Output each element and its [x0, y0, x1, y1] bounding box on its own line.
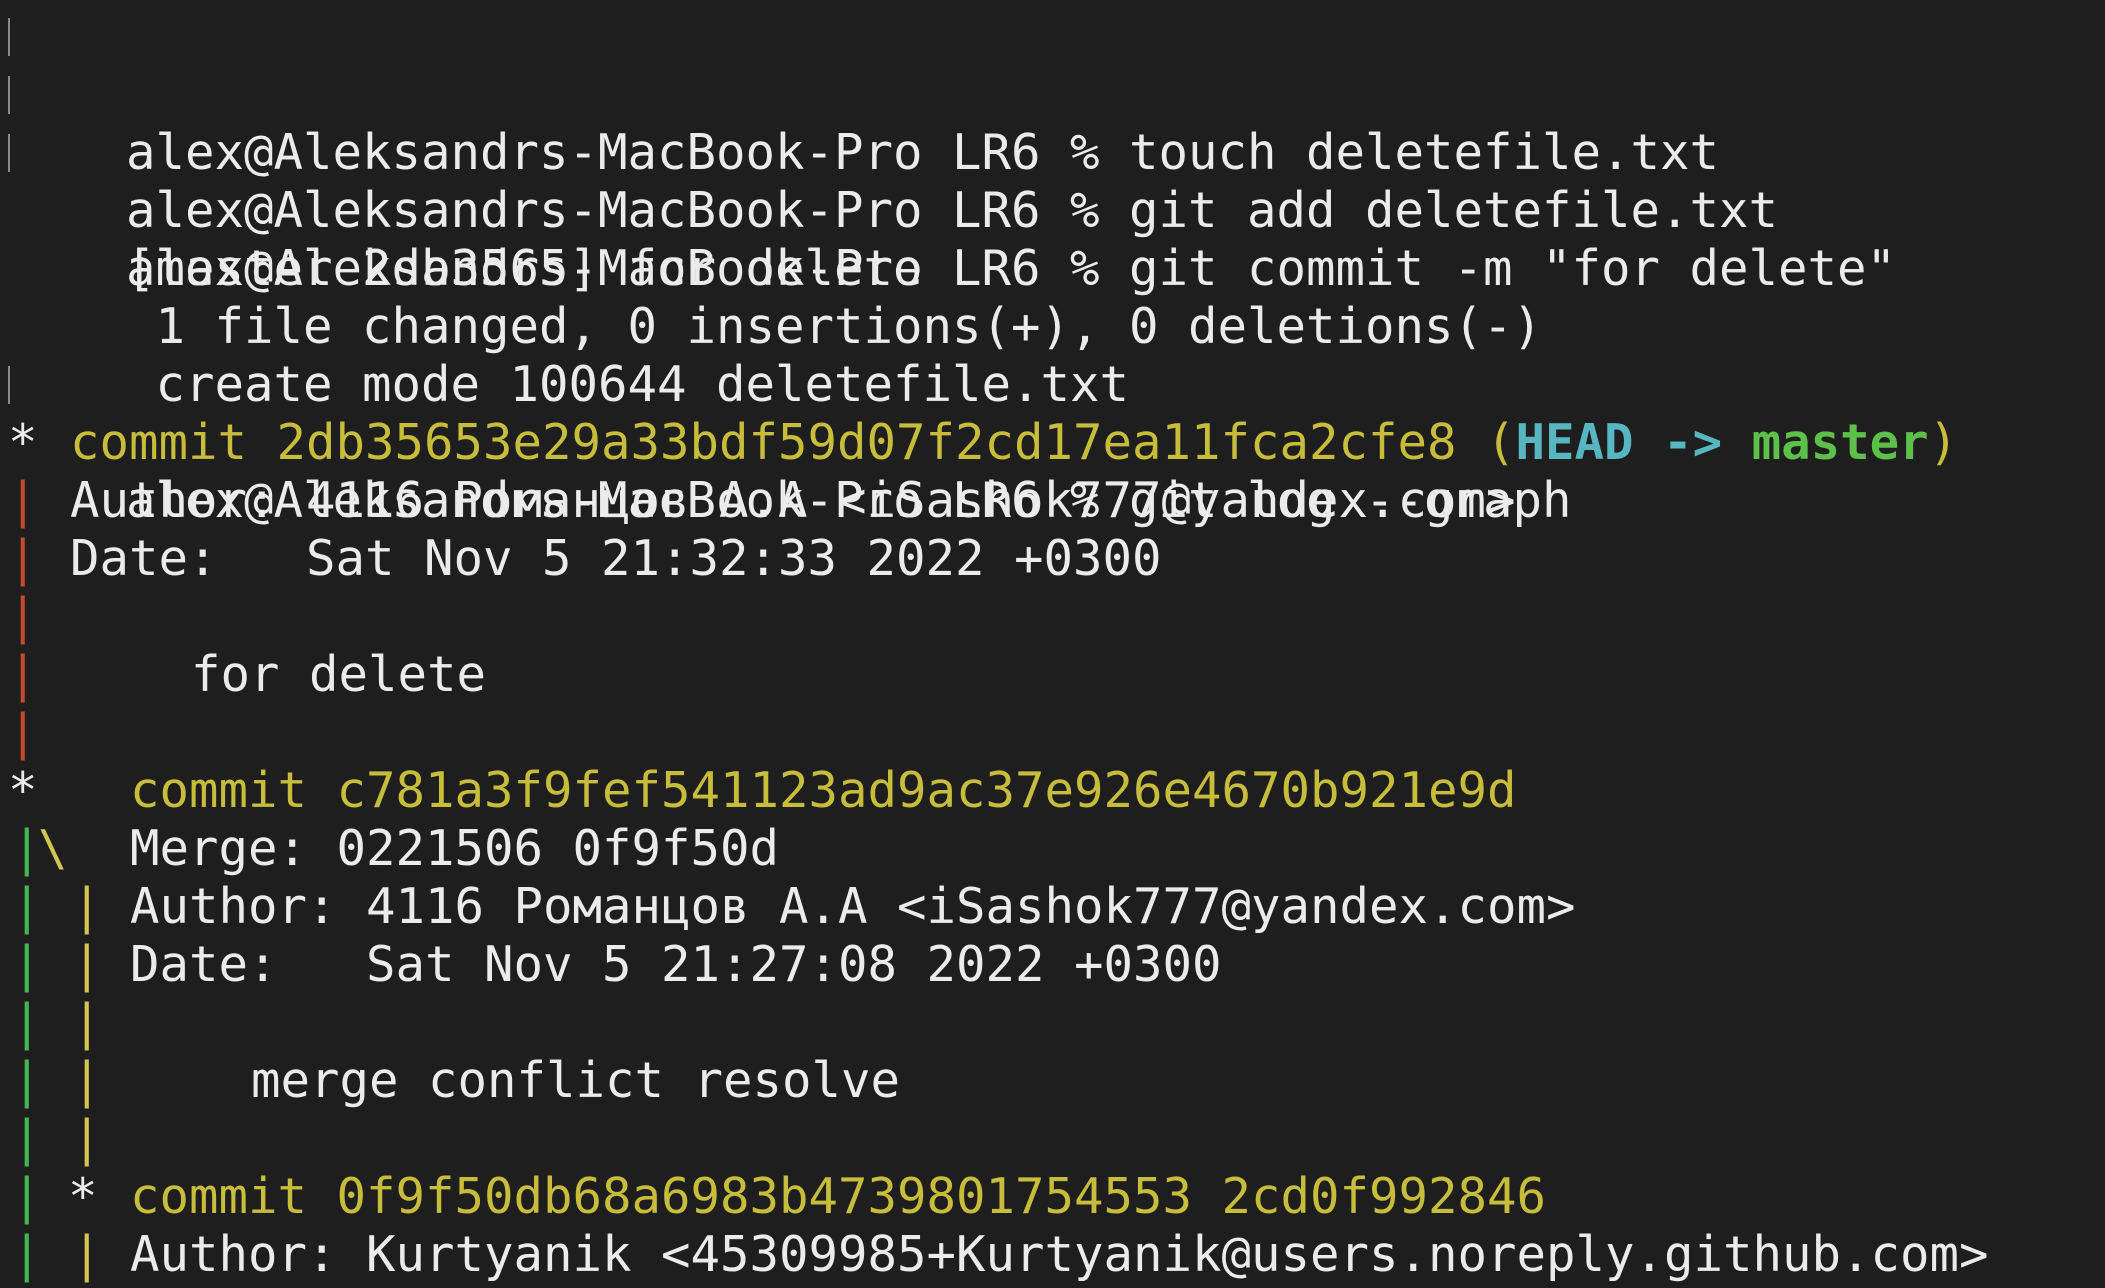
terminal-window[interactable]: alex@Aleksandrs-MacBook-Pro LR6 % touch …: [0, 0, 2105, 1288]
commit-hash-2: commit c781a3f9fef541123ad9ac37e926e4670…: [130, 762, 1517, 819]
line-marker: [8, 366, 10, 404]
graph-line: |: [8, 530, 38, 587]
graph-star: *: [8, 762, 38, 819]
commit-hash-1: commit 2db35653e29a33bdf59d07f2cd17ea11f…: [70, 414, 1457, 471]
log-blank-line: | |: [8, 1110, 126, 1168]
log-commit-3-author: | | Author: Kurtyanik <45309985+Kurtyani…: [12, 1226, 1989, 1283]
log-commit-1-author: | Author: 4116 Романцов А.А <iSashok777@…: [8, 472, 1516, 529]
commit-output-stats: 1 file changed, 0 insertions(+), 0 delet…: [126, 298, 1543, 355]
graph-line: |: [12, 1226, 42, 1283]
prompt-line-touch: alex@Aleksandrs-MacBook-Pro LR6 % touch …: [8, 8, 1719, 181]
graph-merge-branch: \: [38, 820, 68, 877]
graph-star: *: [8, 414, 38, 471]
graph-line: |: [72, 994, 102, 1051]
line-marker: [8, 134, 10, 172]
graph-line: |: [12, 994, 42, 1051]
log-blank-line: |: [8, 588, 126, 646]
commit-hash-3: commit 0f9f50db68a6983b4739801754553 2cd…: [130, 1168, 1547, 1225]
prompt-line-git-commit: alex@Aleksandrs-MacBook-Pro LR6 % git co…: [8, 124, 1896, 297]
log-commit-1-header: * commit 2db35653e29a33bdf59d07f2cd17ea1…: [8, 414, 1959, 471]
prompt-line-git-add: alex@Aleksandrs-MacBook-Pro LR6 % git ad…: [8, 66, 1778, 239]
graph-line: |: [12, 1110, 42, 1167]
graph-line: |: [12, 1168, 42, 1225]
graph-line: |: [8, 472, 38, 529]
graph-line: |: [8, 704, 38, 761]
log-commit-2-merge: | \ Merge: 0221506 0f9f50d: [12, 820, 780, 877]
graph-line: |: [8, 588, 38, 645]
log-commit-2-message: | | merge conflict resolve: [12, 1052, 901, 1109]
commit-output-summary: [master 2db3565] for delete: [126, 240, 923, 297]
scrolled-edge: [0, 0, 2105, 4]
graph-line: |: [12, 936, 42, 993]
prompt-line-git-log: alex@Aleksandrs-MacBook-Pro LR6 % git lo…: [8, 356, 1572, 529]
graph-star: *: [68, 1168, 98, 1225]
log-commit-2-date: | | Date: Sat Nov 5 21:27:08 2022 +0300: [12, 936, 1222, 993]
graph-line: |: [12, 1052, 42, 1109]
head-ref: HEAD: [1515, 414, 1634, 471]
line-marker: [8, 18, 10, 56]
log-blank-line: |: [8, 704, 126, 762]
commit-output-create-mode: create mode 100644 deletefile.txt: [126, 356, 1130, 413]
line-marker: [8, 76, 10, 114]
graph-line: |: [8, 646, 38, 703]
log-commit-1-date: | Date: Sat Nov 5 21:32:33 2022 +0300: [8, 530, 1162, 587]
graph-line: |: [72, 878, 102, 935]
graph-line: |: [12, 878, 42, 935]
log-commit-2-author: | | Author: 4116 Романцов А.А <iSashok77…: [12, 878, 1576, 935]
log-blank-line: | |: [8, 994, 126, 1052]
branch-ref-master: master: [1751, 414, 1929, 471]
command-git-add: git add deletefile.txt: [1129, 182, 1779, 239]
graph-line: |: [72, 1110, 102, 1167]
log-commit-1-message: | for delete: [8, 646, 487, 703]
log-commit-2-header: * commit c781a3f9fef541123ad9ac37e926e46…: [8, 762, 1517, 820]
graph-line: |: [72, 1226, 102, 1283]
log-commit-3-header: | * commit 0f9f50db68a6983b4739801754553…: [8, 1168, 1546, 1226]
graph-line: |: [72, 1052, 102, 1109]
graph-line: |: [72, 936, 102, 993]
